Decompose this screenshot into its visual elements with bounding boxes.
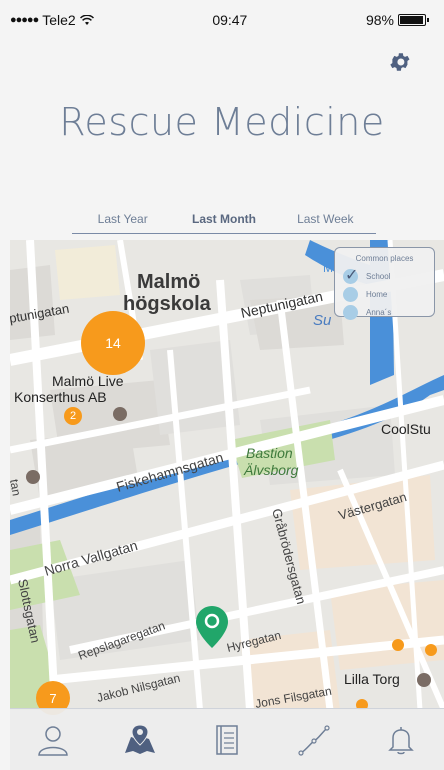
map-label-konserthus: Konserthus AB <box>14 389 107 405</box>
legend-item-home[interactable]: Home <box>343 285 426 303</box>
tab-map[interactable] <box>115 715 165 765</box>
person-icon <box>38 725 69 756</box>
wifi-icon <box>79 14 94 25</box>
poi-hotel-icon <box>26 470 40 484</box>
common-places-legend: Common places ✓ School Home Anna´s <box>334 247 435 320</box>
incident-cluster[interactable]: 14 <box>81 311 145 375</box>
tab-last-month[interactable]: Last Month <box>173 212 274 233</box>
map-label-alvsborg: Älvsborg <box>243 462 299 478</box>
map-label-bastion: Bastion <box>246 445 293 461</box>
trend-line-icon <box>298 724 330 756</box>
location-pin-icon[interactable] <box>196 606 228 648</box>
poi-dot <box>425 644 437 656</box>
battery-fill <box>400 16 424 24</box>
tab-profile[interactable] <box>28 715 78 765</box>
poi-restaurant-icon <box>417 673 431 687</box>
tab-last-week[interactable]: Last Week <box>275 212 376 233</box>
map-label-bottom-left: tan <box>10 478 24 497</box>
tab-last-year[interactable]: Last Year <box>72 212 173 233</box>
status-left: ●●●●● Tele2 <box>10 12 94 28</box>
battery-percent: 98% <box>365 12 394 28</box>
legend-label: Home <box>366 289 388 299</box>
tab-journal[interactable] <box>202 715 252 765</box>
tab-stats[interactable] <box>289 715 339 765</box>
carrier-name: Tele2 <box>42 12 76 28</box>
status-time: 09:47 <box>212 12 248 28</box>
poi-theatre-icon <box>113 407 127 421</box>
map-icon <box>125 723 156 754</box>
status-right: 98% <box>365 12 429 28</box>
bell-icon <box>387 726 414 754</box>
legend-title: Common places <box>355 254 414 263</box>
check-icon: ✓ <box>345 266 359 284</box>
map-label-malmo: Malmö <box>137 271 200 293</box>
map-label-lilla-torg: Lilla Torg <box>344 671 400 687</box>
bottom-tab-bar <box>10 708 444 770</box>
app-title: Rescue Medicine <box>59 100 385 144</box>
battery-icon <box>398 14 429 26</box>
legend-toggle[interactable]: ✓ <box>343 267 358 284</box>
period-tabs: Last Year Last Month Last Week <box>72 212 376 234</box>
tab-notifications[interactable] <box>376 715 426 765</box>
map-block <box>55 245 120 300</box>
status-bar: ●●●●● Tele2 09:47 98% <box>0 0 444 40</box>
legend-item-school[interactable]: ✓ School <box>343 267 426 285</box>
journal-icon <box>216 724 238 755</box>
legend-item-annas[interactable]: Anna´s <box>343 303 426 321</box>
poi-dot <box>392 639 404 651</box>
legend-label: School <box>366 271 391 281</box>
legend-toggle[interactable] <box>343 286 358 302</box>
legend-toggle[interactable] <box>343 304 358 320</box>
map-label-m: M <box>323 261 333 275</box>
signal-icon: ●●●●● <box>10 14 39 26</box>
map-label-suell: Su <box>313 312 332 329</box>
incident-cluster[interactable]: 2 <box>64 407 82 425</box>
map-label-malmo-live: Malmö Live <box>52 373 124 389</box>
legend-label: Anna´s <box>366 307 392 317</box>
gear-icon[interactable] <box>388 50 412 74</box>
map-label-coolstu: CoolStu <box>381 421 431 437</box>
map-label-hogskola: högskola <box>123 293 212 315</box>
